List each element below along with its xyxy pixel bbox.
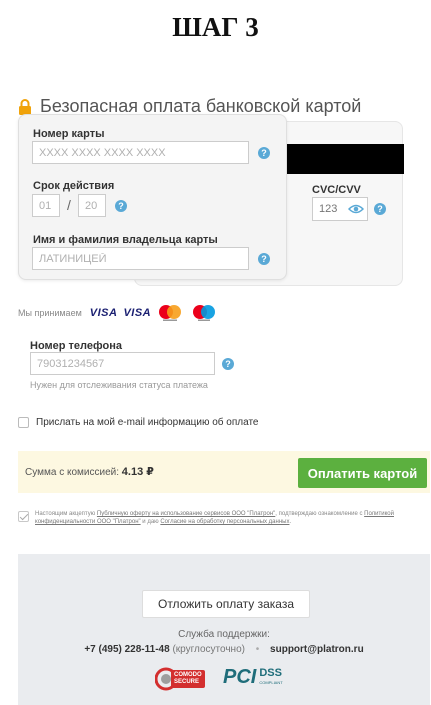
comodo-text: COMODO SECURE — [171, 670, 205, 688]
expiry-year-input[interactable] — [78, 194, 106, 217]
accepted-cards: Мы принимаем VISA VISA — [18, 304, 225, 322]
sum-row: Сумма с комиссией: 4.13 ₽ — [25, 465, 154, 478]
phone-note: Нужен для отслеживания статуса платежа — [30, 380, 208, 390]
agreement-checkbox[interactable] — [18, 511, 29, 522]
postpone-button[interactable]: Отложить оплату заказа — [142, 590, 310, 618]
pci-dss-badge: PCI DSS COMPLIANT — [223, 666, 283, 689]
pci-text: PCI — [223, 666, 257, 688]
support-email[interactable]: support@platron.ru — [270, 644, 364, 655]
support-hours: (круглосуточно) — [172, 644, 245, 655]
cardholder-input[interactable] — [32, 247, 249, 270]
expiry-month-input[interactable] — [32, 194, 60, 217]
footer: Отложить оплату заказа Служба поддержки:… — [18, 554, 430, 705]
dss-compliant: COMPLIANT — [259, 679, 283, 685]
phone-input[interactable] — [30, 352, 215, 375]
expiry-separator: / — [67, 197, 71, 213]
cardholder-label: Имя и фамилия владельца карты — [33, 234, 218, 246]
support-contacts: +7 (495) 228-11-48 (круглосуточно) • sup… — [18, 644, 430, 655]
comodo-line1: COMODO — [174, 672, 202, 678]
step-title: ШАГ 3 — [172, 12, 259, 42]
support-label: Служба поддержки: — [178, 629, 270, 640]
card-number-label: Номер карты — [33, 128, 105, 140]
mastercard-icon — [159, 305, 182, 321]
cvc-label: CVC/CVV — [312, 184, 361, 196]
email-checkbox[interactable] — [18, 417, 29, 428]
visa-logo: VISA — [89, 307, 118, 319]
sum-label: Сумма с комиссией: — [25, 467, 119, 478]
agreement-text-part: . — [289, 519, 292, 525]
payment-bar: Сумма с комиссией: 4.13 ₽ Оплатить карто… — [18, 451, 430, 493]
cvc-input[interactable] — [313, 198, 349, 220]
sum-value: 4.13 ₽ — [121, 466, 154, 478]
lock-icon — [19, 98, 31, 115]
card-number-input[interactable] — [32, 141, 249, 164]
separator-dot: • — [255, 644, 260, 655]
accept-text: Мы принимаем — [18, 308, 82, 318]
support-phone[interactable]: +7 (495) 228-11-48 — [84, 644, 169, 655]
phone-help-icon[interactable]: ? — [222, 358, 234, 370]
data-consent-link[interactable]: Согласие на обработку персональных данны… — [160, 519, 289, 525]
comodo-line2: SECURE — [174, 679, 200, 685]
pay-button[interactable]: Оплатить картой — [298, 458, 427, 488]
email-checkbox-label[interactable]: Прислать на мой e-mail информацию об опл… — [36, 417, 259, 428]
cvc-field[interactable] — [312, 197, 368, 221]
visa-electron-logo: VISA — [123, 307, 152, 319]
expiry-help-icon[interactable]: ? — [115, 200, 127, 212]
cvc-help-icon[interactable]: ? — [374, 203, 386, 215]
agreement-text-part: и даю — [140, 519, 161, 525]
agreement-text: Настоящим акцептую Публичную оферту на и… — [35, 510, 405, 526]
comodo-badge: COMODO SECURE — [155, 667, 205, 691]
agreement-text-part: , подтверждаю ознакомление с — [275, 511, 365, 517]
phone-label: Номер телефона — [30, 340, 122, 352]
card-number-help-icon[interactable]: ? — [258, 147, 270, 159]
cardholder-help-icon[interactable]: ? — [258, 253, 270, 265]
eye-icon[interactable] — [348, 203, 364, 215]
dss-text: DSS — [259, 666, 282, 679]
expiry-label: Срок действия — [33, 180, 115, 192]
offer-link[interactable]: Публичную оферту на использование сервис… — [97, 511, 275, 517]
agreement-text-part: Настоящим акцептую — [35, 511, 97, 517]
maestro-icon — [193, 305, 216, 321]
